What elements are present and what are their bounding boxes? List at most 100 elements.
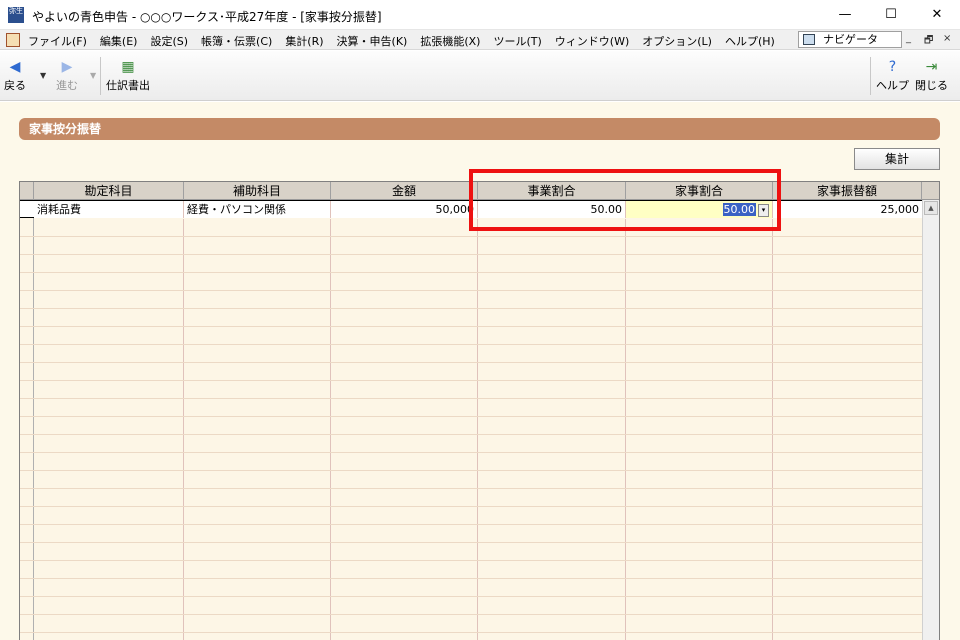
- table-cell[interactable]: [331, 435, 478, 452]
- table-cell[interactable]: [184, 435, 331, 452]
- table-cell[interactable]: [773, 525, 922, 542]
- table-cell[interactable]: [184, 291, 331, 308]
- maximize-button[interactable]: ☐: [868, 0, 914, 30]
- table-cell[interactable]: [478, 543, 626, 560]
- table-cell[interactable]: [478, 615, 626, 632]
- table-cell[interactable]: [478, 435, 626, 452]
- table-row[interactable]: [20, 273, 922, 291]
- table-cell[interactable]: [478, 345, 626, 362]
- mdi-minimize-button[interactable]: _: [906, 33, 911, 44]
- table-cell[interactable]: [478, 489, 626, 506]
- table-row[interactable]: [20, 561, 922, 579]
- table-cell[interactable]: [34, 453, 184, 470]
- table-cell[interactable]: [478, 363, 626, 380]
- table-cell[interactable]: [184, 579, 331, 596]
- table-row[interactable]: [20, 291, 922, 309]
- table-cell[interactable]: [331, 273, 478, 290]
- table-cell[interactable]: [184, 615, 331, 632]
- table-row[interactable]: [20, 615, 922, 633]
- table-cell[interactable]: [773, 273, 922, 290]
- cell-household-transfer[interactable]: 25,000: [773, 201, 922, 218]
- total-button[interactable]: 集計: [854, 148, 940, 170]
- table-cell[interactable]: [184, 273, 331, 290]
- table-cell[interactable]: [478, 525, 626, 542]
- table-cell[interactable]: [331, 507, 478, 524]
- table-cell[interactable]: [626, 255, 773, 272]
- menu-help[interactable]: ヘルプ(H): [725, 33, 775, 49]
- table-row[interactable]: [20, 471, 922, 489]
- table-cell[interactable]: [34, 525, 184, 542]
- table-cell[interactable]: [478, 291, 626, 308]
- table-cell[interactable]: [478, 507, 626, 524]
- table-cell[interactable]: [773, 453, 922, 470]
- table-cell[interactable]: [184, 327, 331, 344]
- journal-export-button[interactable]: ▦ 仕訳書出: [106, 59, 150, 93]
- table-cell[interactable]: [184, 417, 331, 434]
- table-cell[interactable]: [331, 309, 478, 326]
- table-cell[interactable]: [34, 435, 184, 452]
- table-row[interactable]: [20, 327, 922, 345]
- table-cell[interactable]: [773, 381, 922, 398]
- table-cell[interactable]: [34, 237, 184, 254]
- table-cell[interactable]: [184, 471, 331, 488]
- table-cell[interactable]: [331, 417, 478, 434]
- table-row[interactable]: [20, 633, 922, 640]
- table-cell[interactable]: [626, 597, 773, 614]
- table-cell[interactable]: [773, 615, 922, 632]
- table-cell[interactable]: [34, 507, 184, 524]
- table-cell[interactable]: [331, 633, 478, 640]
- table-row[interactable]: [20, 417, 922, 435]
- minimize-button[interactable]: —: [822, 0, 868, 30]
- table-cell[interactable]: [34, 273, 184, 290]
- table-cell[interactable]: [626, 489, 773, 506]
- table-cell[interactable]: [773, 327, 922, 344]
- table-cell[interactable]: [478, 597, 626, 614]
- table-cell[interactable]: [773, 489, 922, 506]
- back-dropdown-icon[interactable]: ▼: [40, 71, 46, 80]
- table-cell[interactable]: [478, 579, 626, 596]
- table-cell[interactable]: [626, 453, 773, 470]
- table-cell[interactable]: [184, 561, 331, 578]
- table-row[interactable]: [20, 309, 922, 327]
- table-cell[interactable]: [34, 597, 184, 614]
- table-cell[interactable]: [626, 525, 773, 542]
- table-cell[interactable]: [478, 381, 626, 398]
- table-row[interactable]: [20, 435, 922, 453]
- table-cell[interactable]: [331, 543, 478, 560]
- table-cell[interactable]: [478, 417, 626, 434]
- table-cell[interactable]: [34, 633, 184, 640]
- table-cell[interactable]: [34, 417, 184, 434]
- table-cell[interactable]: [331, 399, 478, 416]
- table-cell[interactable]: [184, 381, 331, 398]
- table-cell[interactable]: [626, 543, 773, 560]
- table-cell[interactable]: [184, 597, 331, 614]
- table-cell[interactable]: [184, 489, 331, 506]
- back-button[interactable]: ◀ 戻る: [4, 59, 26, 93]
- table-row[interactable]: [20, 363, 922, 381]
- table-cell[interactable]: [626, 399, 773, 416]
- mdi-restore-button[interactable]: 🗗: [924, 33, 933, 50]
- table-cell[interactable]: [331, 363, 478, 380]
- cell-amount[interactable]: 50,000: [331, 201, 478, 218]
- table-cell[interactable]: [626, 345, 773, 362]
- table-cell[interactable]: [184, 255, 331, 272]
- table-cell[interactable]: [331, 561, 478, 578]
- forward-dropdown-icon[interactable]: ▼: [90, 71, 96, 80]
- table-cell[interactable]: [773, 345, 922, 362]
- table-cell[interactable]: [478, 327, 626, 344]
- vertical-scrollbar[interactable]: ▲: [922, 200, 939, 640]
- table-cell[interactable]: [773, 597, 922, 614]
- table-row[interactable]: [20, 489, 922, 507]
- column-header-sub-account[interactable]: 補助科目: [184, 182, 331, 200]
- table-cell[interactable]: [34, 543, 184, 560]
- table-cell[interactable]: [773, 255, 922, 272]
- table-cell[interactable]: [478, 453, 626, 470]
- table-row[interactable]: [20, 597, 922, 615]
- mdi-close-button[interactable]: ×: [943, 33, 951, 44]
- menu-tools[interactable]: ツール(T): [493, 33, 541, 49]
- table-cell[interactable]: [331, 381, 478, 398]
- table-cell[interactable]: [626, 381, 773, 398]
- table-cell[interactable]: [773, 417, 922, 434]
- table-cell[interactable]: [184, 363, 331, 380]
- table-cell[interactable]: [331, 615, 478, 632]
